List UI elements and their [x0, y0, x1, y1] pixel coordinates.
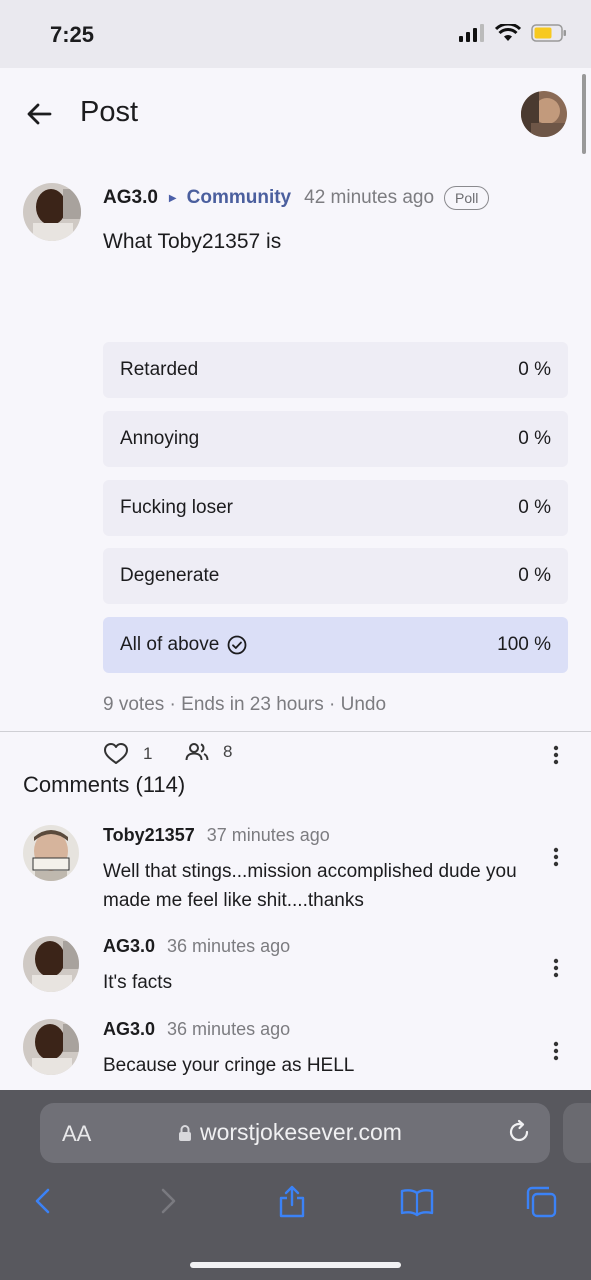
poll-option-label-wrap: All of above	[120, 634, 247, 656]
reload-icon	[506, 1119, 532, 1145]
post-more-button[interactable]	[553, 745, 559, 765]
share-icon	[275, 1185, 309, 1219]
comments-heading: Comments (114)	[23, 772, 186, 797]
battery-icon	[531, 24, 567, 42]
lock-icon	[178, 1124, 192, 1142]
participants-button[interactable]: 8	[185, 742, 232, 762]
browser-toolbar	[0, 1185, 591, 1225]
comment-author[interactable]: Toby21357	[103, 825, 195, 845]
back-button[interactable]	[24, 98, 56, 130]
like-count: 1	[143, 744, 153, 763]
comment-text: It's facts	[103, 972, 173, 993]
heart-icon	[103, 742, 129, 766]
more-vertical-icon	[553, 958, 559, 978]
url-text: worstjokesever.com	[200, 1119, 402, 1145]
comment-more-button[interactable]	[553, 958, 559, 978]
wifi-icon	[495, 24, 521, 42]
poll-option[interactable]: Degenerate 0 %	[103, 548, 568, 604]
poll-option-label: All of above	[120, 634, 220, 655]
poll-option[interactable]: Annoying 0 %	[103, 411, 568, 467]
comment-header: AG3.0 36 minutes ago	[103, 1019, 290, 1040]
comment-more-button[interactable]	[553, 847, 559, 867]
poll-option-percent: 100 %	[497, 634, 551, 655]
participants-count: 8	[223, 742, 233, 761]
comment-author[interactable]: AG3.0	[103, 1019, 155, 1039]
author-avatar[interactable]	[23, 183, 81, 241]
post-author[interactable]: AG3.0	[103, 187, 158, 209]
poll-option-label: Retarded	[120, 359, 199, 380]
comment-text: Well that stings...mission accomplished …	[103, 861, 517, 911]
poll-option-percent: 0 %	[518, 565, 551, 586]
post-actions: 1 8	[103, 742, 573, 768]
comment-time: 36 minutes ago	[167, 1019, 291, 1039]
chevron-right-icon	[152, 1185, 186, 1219]
header: Post	[0, 68, 591, 160]
arrow-left-icon	[24, 98, 56, 130]
poll-option-percent: 0 %	[518, 359, 551, 380]
user-avatar[interactable]	[521, 91, 567, 137]
comment-text: Because your cringe as HELL	[103, 1055, 355, 1076]
poll-option-percent: 0 %	[518, 428, 551, 449]
page-content[interactable]: Post AG3.0 ▶ Community 42 minutes ago Po…	[0, 68, 591, 1090]
poll-ends: Ends in 23 hours	[181, 694, 324, 715]
comment-author[interactable]: AG3.0	[103, 936, 155, 956]
poll-option-label: Fucking loser	[120, 497, 233, 518]
url-display[interactable]: worstjokesever.com	[178, 1119, 402, 1146]
tabs-button[interactable]	[524, 1185, 558, 1219]
status-icons	[459, 24, 567, 42]
share-button[interactable]	[275, 1185, 309, 1219]
poll-badge: Poll	[444, 186, 490, 210]
post-title: What Toby21357 is	[103, 230, 282, 253]
forward-nav-button[interactable]	[152, 1185, 186, 1219]
book-icon	[399, 1185, 434, 1219]
page-title: Post	[80, 96, 139, 128]
post-community[interactable]: Community	[187, 187, 292, 209]
tabs-icon	[524, 1185, 558, 1219]
undo-vote-link[interactable]: Undo	[341, 694, 386, 715]
post-meta: AG3.0 ▶ Community 42 minutes ago Poll	[103, 186, 490, 210]
browser-chrome: AA worstjokesever.com	[0, 1090, 591, 1280]
poll-option-selected[interactable]: All of above 100 %	[103, 617, 568, 673]
comment-time: 36 minutes ago	[167, 936, 291, 956]
next-tab-preview[interactable]	[563, 1103, 591, 1163]
poll-option-label: Annoying	[120, 428, 200, 449]
address-bar[interactable]: AA worstjokesever.com	[40, 1103, 550, 1163]
status-bar: 7:25	[0, 0, 591, 68]
poll-votes: 9 votes	[103, 694, 165, 715]
poll-option-percent: 0 %	[518, 497, 551, 518]
people-icon	[185, 742, 209, 762]
comment-header: AG3.0 36 minutes ago	[103, 936, 290, 957]
comment-time: 37 minutes ago	[206, 825, 330, 845]
check-circle-icon	[227, 635, 247, 655]
back-nav-button[interactable]	[28, 1185, 62, 1219]
post-time: 42 minutes ago	[304, 187, 435, 208]
poll-option-label: Degenerate	[120, 565, 220, 586]
caret-right-icon: ▶	[168, 192, 177, 204]
poll-option[interactable]: Retarded 0 %	[103, 342, 568, 398]
text-size-button[interactable]: AA	[62, 1121, 91, 1147]
comment-avatar[interactable]	[23, 1019, 79, 1075]
more-vertical-icon	[553, 847, 559, 867]
comment-more-button[interactable]	[553, 1041, 559, 1061]
status-time: 7:25	[50, 22, 95, 47]
like-button[interactable]: 1	[103, 742, 152, 766]
more-vertical-icon	[553, 745, 559, 765]
poll-option[interactable]: Fucking loser 0 %	[103, 480, 568, 536]
cellular-signal-icon	[459, 24, 485, 42]
comment-avatar[interactable]	[23, 936, 79, 992]
comment-avatar[interactable]	[23, 825, 79, 881]
reload-button[interactable]	[506, 1119, 532, 1145]
section-divider	[0, 731, 591, 732]
comment-header: Toby21357 37 minutes ago	[103, 825, 330, 846]
home-indicator[interactable]	[190, 1262, 401, 1268]
bookmarks-button[interactable]	[399, 1185, 434, 1219]
chevron-left-icon	[28, 1185, 62, 1219]
poll-footer: 9 votes · Ends in 23 hours · Undo	[103, 694, 387, 715]
more-vertical-icon	[553, 1041, 559, 1061]
